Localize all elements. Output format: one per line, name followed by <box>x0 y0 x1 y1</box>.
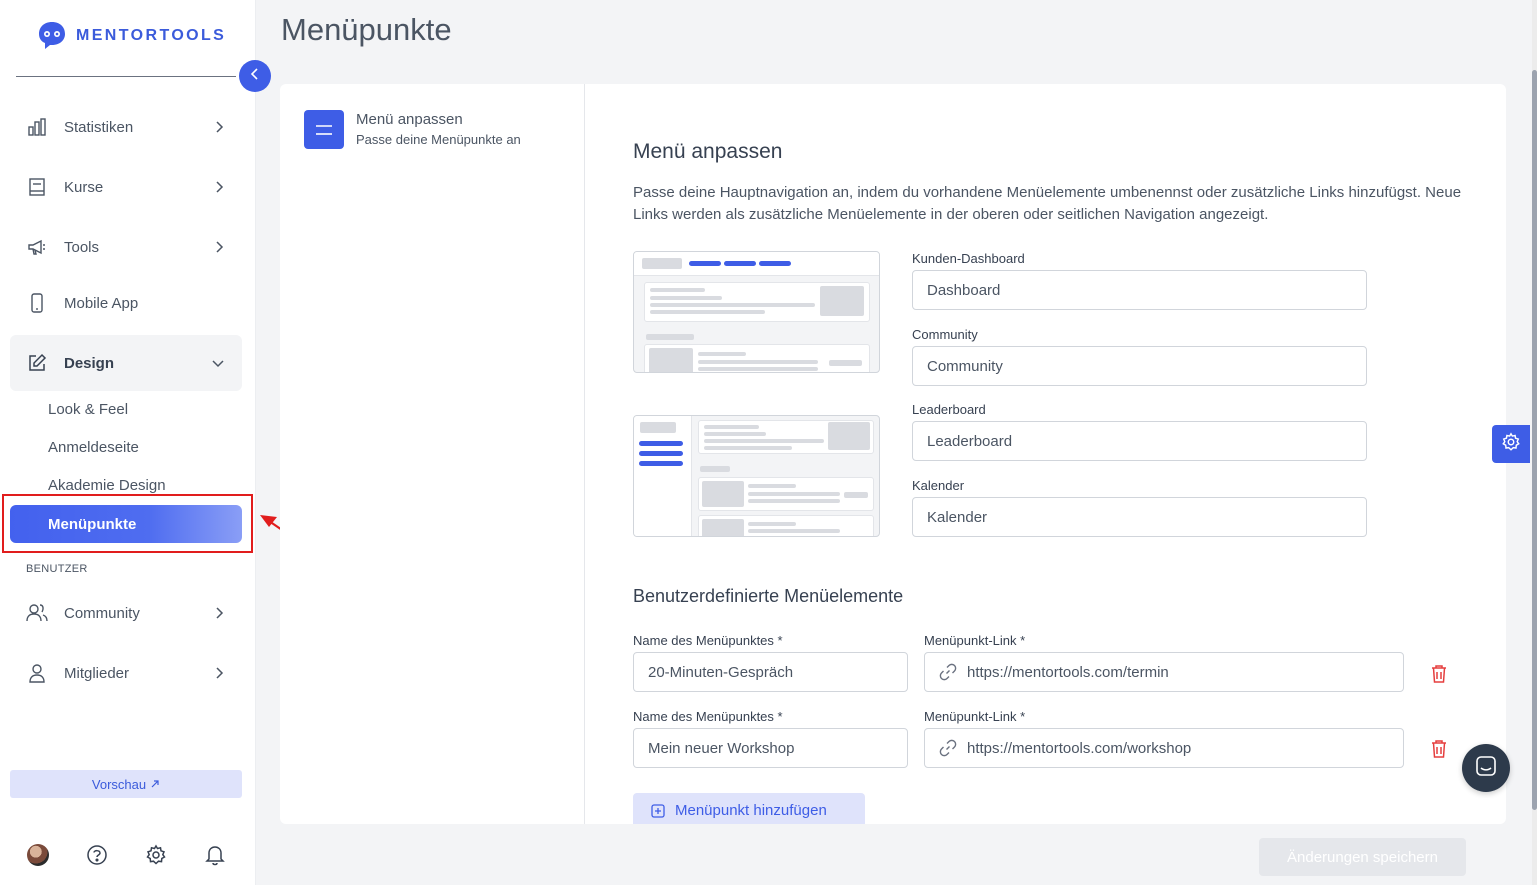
chevron-right-icon <box>214 241 224 253</box>
collapse-sidebar-button[interactable] <box>239 60 271 92</box>
bar-chart-icon <box>26 116 48 138</box>
custom-name-input[interactable]: 20-Minuten-Gespräch <box>633 652 908 692</box>
sidebar-item-community[interactable]: Community <box>10 591 242 635</box>
sidebar-item-label: Kurse <box>64 178 104 196</box>
preview-button[interactable]: Vorschau <box>10 770 242 798</box>
sidebar-item-statistiken[interactable]: Statistiken <box>10 105 242 149</box>
chat-button[interactable] <box>1462 744 1510 792</box>
field-label: Kalender <box>912 478 965 493</box>
robot-logo-icon <box>39 22 65 49</box>
trash-icon[interactable] <box>1430 664 1448 684</box>
megaphone-icon <box>26 236 48 258</box>
settings-float-button[interactable] <box>1492 425 1530 463</box>
section-title: Menü anpassen <box>633 140 783 163</box>
help-icon[interactable] <box>86 844 108 871</box>
sidebar-item-label: Statistiken <box>64 118 134 136</box>
add-menu-item-button[interactable]: Menüpunkt hinzufügen <box>633 793 865 824</box>
top-navigation-preview <box>633 251 880 373</box>
field-label: Community <box>912 327 978 342</box>
leaderboard-field[interactable]: Leaderboard <box>912 421 1367 461</box>
save-button[interactable]: Änderungen speichern <box>1259 838 1466 876</box>
field-label: Name des Menüpunktes * <box>633 709 783 724</box>
main-card: Menü anpassen Passe deine Menüpunkte an … <box>280 84 1506 824</box>
step-title: Menü anpassen <box>356 111 463 128</box>
avatar[interactable] <box>27 844 49 866</box>
logo[interactable]: MENTORTOOLS <box>36 20 226 52</box>
custom-link-value: https://mentortools.com/workshop <box>967 739 1192 757</box>
divider <box>16 76 236 77</box>
link-icon <box>939 739 957 757</box>
gear-icon[interactable] <box>145 844 167 871</box>
book-icon <box>26 176 48 198</box>
gear-icon <box>1501 431 1521 457</box>
chat-icon <box>1475 755 1497 782</box>
custom-section-title: Benutzerdefinierte Menüelemente <box>633 586 904 606</box>
sidebar-item-kurse[interactable]: Kurse <box>10 165 242 209</box>
sidebar-item-mitglieder[interactable]: Mitglieder <box>10 651 242 695</box>
divider <box>584 84 585 824</box>
chevron-right-icon <box>214 121 224 133</box>
sidebar-subitem-look-feel[interactable]: Look & Feel <box>48 401 128 418</box>
field-label: Name des Menüpunktes * <box>633 633 783 648</box>
sidebar-subitem-anmeldeseite[interactable]: Anmeldeseite <box>48 439 139 456</box>
chevron-right-icon <box>214 181 224 193</box>
step-subtitle: Passe deine Menüpunkte an <box>356 132 521 147</box>
chevron-right-icon <box>214 607 224 619</box>
sidebar-item-label: Mitglieder <box>64 664 130 682</box>
logo-text: MENTORTOOLS <box>76 27 227 44</box>
field-label: Menüpunkt-Link * <box>924 709 1026 724</box>
custom-link-input[interactable]: https://mentortools.com/workshop <box>924 728 1404 768</box>
chevron-left-icon <box>250 67 260 85</box>
sidebar-subitem-akademie-design[interactable]: Akademie Design <box>48 477 166 494</box>
chevron-right-icon <box>214 667 224 679</box>
custom-name-input[interactable]: Mein neuer Workshop <box>633 728 908 768</box>
plus-square-icon <box>651 804 665 822</box>
field-label: Kunden-Dashboard <box>912 251 1025 266</box>
add-menu-item-label: Menüpunkt hinzufügen <box>675 802 827 819</box>
kalender-field[interactable]: Kalender <box>912 497 1367 537</box>
community-field[interactable]: Community <box>912 346 1367 386</box>
sidebar-item-design[interactable]: Design <box>10 335 242 391</box>
highlight-annotation <box>2 494 253 553</box>
sidebar-item-label: Tools <box>64 238 100 256</box>
bell-icon[interactable] <box>205 844 225 871</box>
side-navigation-preview <box>633 415 880 537</box>
preview-label: Vorschau <box>91 776 147 792</box>
sidebar-item-tools[interactable]: Tools <box>10 225 242 269</box>
trash-icon[interactable] <box>1430 739 1448 759</box>
edit-icon <box>26 352 48 374</box>
link-icon <box>939 663 957 681</box>
mobile-icon <box>26 292 48 314</box>
sidebar-item-label: Community <box>64 604 140 622</box>
sidebar-item-label: Design <box>64 354 115 372</box>
section-label-benutzer: BENUTZER <box>26 563 88 575</box>
sidebar-item-label: Mobile App <box>64 294 139 312</box>
menu-icon <box>304 110 344 149</box>
sidebar-footer <box>0 844 256 868</box>
dashboard-field[interactable]: Dashboard <box>912 270 1367 310</box>
step-item[interactable]: Menü anpassen Passe deine Menüpunkte an <box>304 110 521 149</box>
page-title: Menüpunkte <box>281 12 452 47</box>
field-label: Leaderboard <box>912 402 986 417</box>
user-icon <box>26 662 48 684</box>
section-description: Passe deine Hauptnavigation an, indem du… <box>633 184 1462 223</box>
external-link-icon <box>150 777 160 792</box>
custom-link-input[interactable]: https://mentortools.com/termin <box>924 652 1404 692</box>
sidebar: MENTORTOOLS Statistiken Kurse Tools Mobi… <box>0 0 256 885</box>
scrollbar-thumb[interactable] <box>1532 70 1537 810</box>
field-label: Menüpunkt-Link * <box>924 633 1026 648</box>
chevron-down-icon <box>212 358 224 368</box>
custom-link-value: https://mentortools.com/termin <box>967 663 1169 681</box>
sidebar-item-mobile-app[interactable]: Mobile App <box>10 281 242 325</box>
users-icon <box>26 602 48 624</box>
